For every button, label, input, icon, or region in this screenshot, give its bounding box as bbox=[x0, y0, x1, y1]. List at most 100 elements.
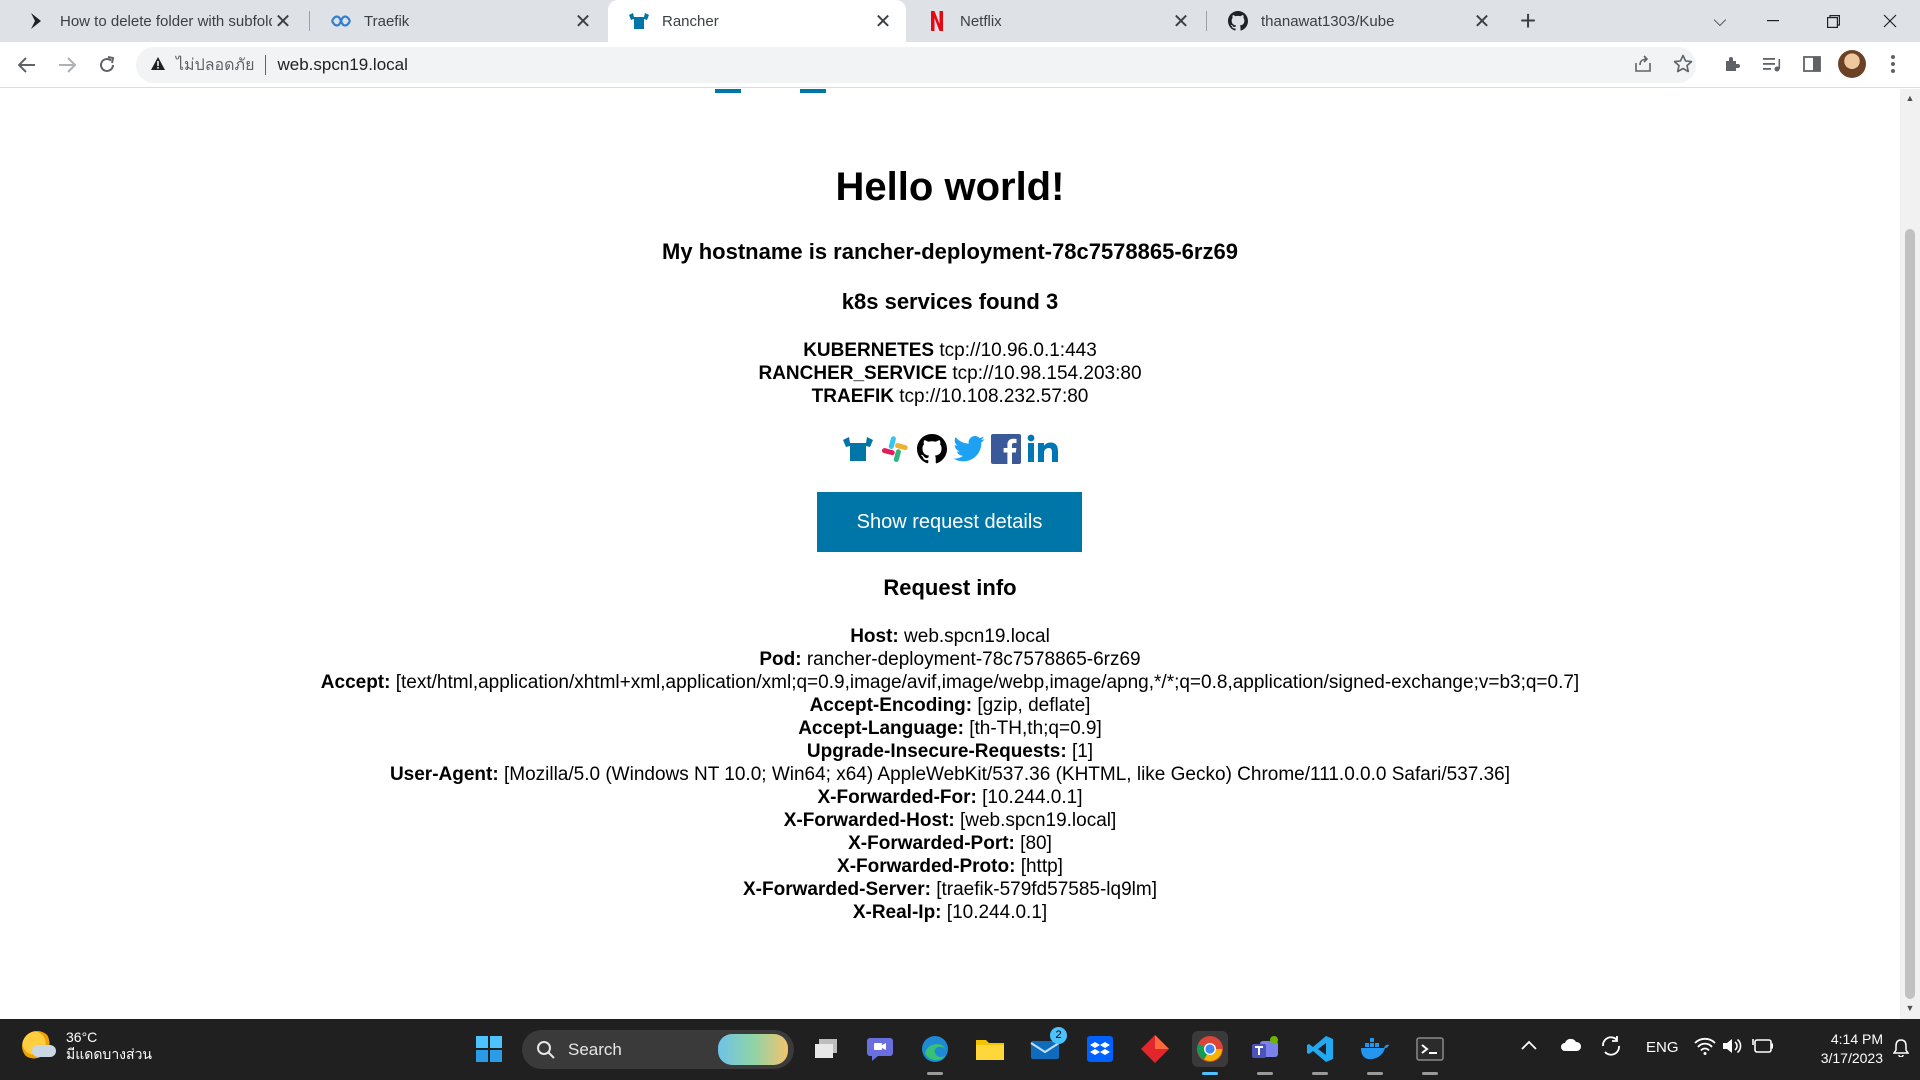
close-tab-icon[interactable]: ✕ bbox=[872, 10, 894, 33]
rancher-favicon-icon bbox=[628, 10, 650, 32]
notification-bell-icon[interactable] bbox=[1892, 1039, 1910, 1061]
request-row: Accept: [text/html,application/xhtml+xml… bbox=[0, 671, 1900, 694]
request-key: X-Forwarded-Port: bbox=[848, 833, 1015, 854]
clipped-element bbox=[800, 89, 826, 93]
clock-time: 4:14 PM bbox=[1830, 1031, 1883, 1047]
chrome-icon[interactable] bbox=[1192, 1031, 1228, 1067]
running-indicator bbox=[1257, 1072, 1273, 1075]
show-hidden-icons-icon[interactable] bbox=[1521, 1037, 1537, 1054]
rancher-icon[interactable] bbox=[842, 432, 874, 466]
warning-icon[interactable] bbox=[150, 56, 166, 75]
request-row: X-Forwarded-Port: [80] bbox=[0, 832, 1900, 855]
slack-icon[interactable] bbox=[879, 432, 911, 466]
request-row: X-Forwarded-Proto: [http] bbox=[0, 855, 1900, 878]
request-row: Accept-Language: [th-TH,th;q=0.9] bbox=[0, 717, 1900, 740]
request-value: rancher-deployment-78c7578865-6rz69 bbox=[806, 649, 1141, 670]
request-info-list: Host: web.spcn19.local Pod: rancher-depl… bbox=[0, 625, 1900, 924]
extensions-icon[interactable] bbox=[1718, 50, 1746, 78]
browser-toolbar: ไม่ปลอดภัย web.spcn19.local bbox=[0, 42, 1920, 88]
address-bar[interactable]: ไม่ปลอดภัย web.spcn19.local bbox=[136, 47, 1696, 83]
hostname-line: My hostname is rancher-deployment-78c757… bbox=[662, 239, 1238, 264]
teams-chat-icon[interactable] bbox=[862, 1031, 898, 1067]
onedrive-icon[interactable] bbox=[1560, 1038, 1582, 1056]
taskbar-clock[interactable]: 4:14 PM 3/17/2023 bbox=[1793, 1030, 1883, 1068]
teams-icon[interactable] bbox=[1247, 1031, 1283, 1067]
tab-github[interactable]: thanawat1303/Kube ✕ bbox=[1207, 0, 1505, 42]
twitter-icon[interactable] bbox=[952, 432, 985, 466]
service-name: KUBERNETES bbox=[803, 340, 935, 361]
request-value: [Mozilla/5.0 (Windows NT 10.0; Win64; x6… bbox=[503, 764, 1511, 785]
sync-icon[interactable] bbox=[1600, 1035, 1622, 1061]
reload-button-icon[interactable] bbox=[92, 50, 122, 80]
close-tab-icon[interactable]: ✕ bbox=[572, 10, 594, 33]
minimize-icon[interactable] bbox=[1743, 0, 1803, 42]
clipped-element bbox=[715, 89, 741, 93]
language-indicator[interactable]: ENG bbox=[1646, 1039, 1679, 1056]
request-key: Accept-Language: bbox=[798, 718, 964, 739]
close-tab-icon[interactable]: ✕ bbox=[1170, 10, 1192, 33]
windows-start-icon[interactable] bbox=[471, 1031, 507, 1067]
facebook-icon[interactable] bbox=[990, 432, 1022, 466]
request-row: X-Forwarded-For: [10.244.0.1] bbox=[0, 786, 1900, 809]
back-button-icon[interactable] bbox=[12, 50, 42, 80]
github-favicon-icon bbox=[1227, 10, 1249, 32]
tab-rancher[interactable]: Rancher ✕ bbox=[608, 0, 906, 42]
close-tab-icon[interactable]: ✕ bbox=[1471, 10, 1493, 33]
clock-date: 3/17/2023 bbox=[1820, 1050, 1883, 1066]
tab-netflix[interactable]: Netflix ✕ bbox=[906, 0, 1204, 42]
side-panel-icon[interactable] bbox=[1798, 50, 1826, 78]
request-value: [http] bbox=[1020, 856, 1063, 877]
show-request-details-button[interactable]: Show request details bbox=[817, 492, 1082, 552]
tab-traefik[interactable]: Traefik ✕ bbox=[310, 0, 606, 42]
tab-title: thanawat1303/Kube bbox=[1261, 12, 1395, 30]
tab-stackoverflow[interactable]: How to delete folder with subfold ✕ bbox=[6, 0, 306, 42]
bookmark-star-icon[interactable] bbox=[1669, 50, 1697, 78]
wifi-icon[interactable] bbox=[1694, 1037, 1716, 1059]
request-value: [gzip, deflate] bbox=[977, 695, 1091, 716]
battery-icon[interactable] bbox=[1752, 1038, 1774, 1058]
page-viewport: Hello world! My hostname is rancher-depl… bbox=[0, 89, 1900, 1019]
request-info-title: Request info bbox=[883, 575, 1017, 600]
volume-icon[interactable] bbox=[1722, 1037, 1742, 1059]
menu-kebab-icon[interactable] bbox=[1879, 50, 1907, 78]
github-icon[interactable] bbox=[916, 432, 948, 466]
services-count: k8s services found 3 bbox=[841, 289, 1059, 314]
docker-icon[interactable] bbox=[1357, 1031, 1393, 1067]
request-value: [80] bbox=[1020, 833, 1052, 854]
file-explorer-icon[interactable] bbox=[972, 1031, 1008, 1067]
task-view-icon[interactable] bbox=[808, 1031, 844, 1067]
dropbox-icon[interactable] bbox=[1082, 1031, 1118, 1067]
tab-search-icon[interactable]: ⌵ bbox=[1690, 0, 1750, 42]
request-row: X-Forwarded-Host: [web.spcn19.local] bbox=[0, 809, 1900, 832]
security-label[interactable]: ไม่ปลอดภัย bbox=[176, 53, 254, 78]
tab-title: How to delete folder with subfold bbox=[60, 12, 272, 30]
share-icon[interactable] bbox=[1629, 50, 1657, 78]
terminal-icon[interactable] bbox=[1412, 1031, 1448, 1067]
page-scrollbar[interactable]: ▲ ▼ bbox=[1900, 89, 1920, 1019]
profile-avatar[interactable] bbox=[1838, 50, 1866, 78]
vscode-icon[interactable] bbox=[1302, 1031, 1338, 1067]
request-value: [10.244.0.1] bbox=[946, 902, 1048, 923]
forward-button-icon[interactable] bbox=[52, 50, 82, 80]
new-tab-button[interactable]: + bbox=[1513, 5, 1543, 36]
request-value: web.spcn19.local bbox=[904, 626, 1050, 647]
linkedin-icon[interactable] bbox=[1027, 432, 1059, 466]
services-list: KUBERNETES tcp://10.96.0.1:443 RANCHER_S… bbox=[0, 339, 1900, 408]
chevron-favicon-icon bbox=[26, 10, 48, 32]
url-text[interactable]: web.spcn19.local bbox=[277, 55, 407, 75]
close-window-icon[interactable] bbox=[1860, 0, 1920, 42]
close-tab-icon[interactable]: ✕ bbox=[272, 10, 294, 33]
request-key: Upgrade-Insecure-Requests: bbox=[806, 741, 1067, 762]
git-client-icon[interactable] bbox=[1137, 1031, 1173, 1067]
windows-taskbar: 36°C มีแดดบางส่วน Search 2 ENG 4:14 PM 3… bbox=[0, 1019, 1920, 1080]
restore-icon[interactable] bbox=[1803, 0, 1863, 42]
weather-widget[interactable]: 36°C มีแดดบางส่วน bbox=[22, 1029, 152, 1063]
media-queue-icon[interactable] bbox=[1758, 50, 1786, 78]
mail-icon[interactable]: 2 bbox=[1027, 1027, 1067, 1067]
scroll-thumb[interactable] bbox=[1905, 229, 1915, 999]
taskbar-search[interactable]: Search bbox=[522, 1030, 794, 1069]
scroll-up-icon[interactable]: ▲ bbox=[1904, 93, 1916, 103]
edge-browser-icon[interactable] bbox=[917, 1031, 953, 1067]
running-indicator bbox=[1367, 1072, 1383, 1075]
scroll-down-icon[interactable]: ▼ bbox=[1904, 1003, 1916, 1013]
